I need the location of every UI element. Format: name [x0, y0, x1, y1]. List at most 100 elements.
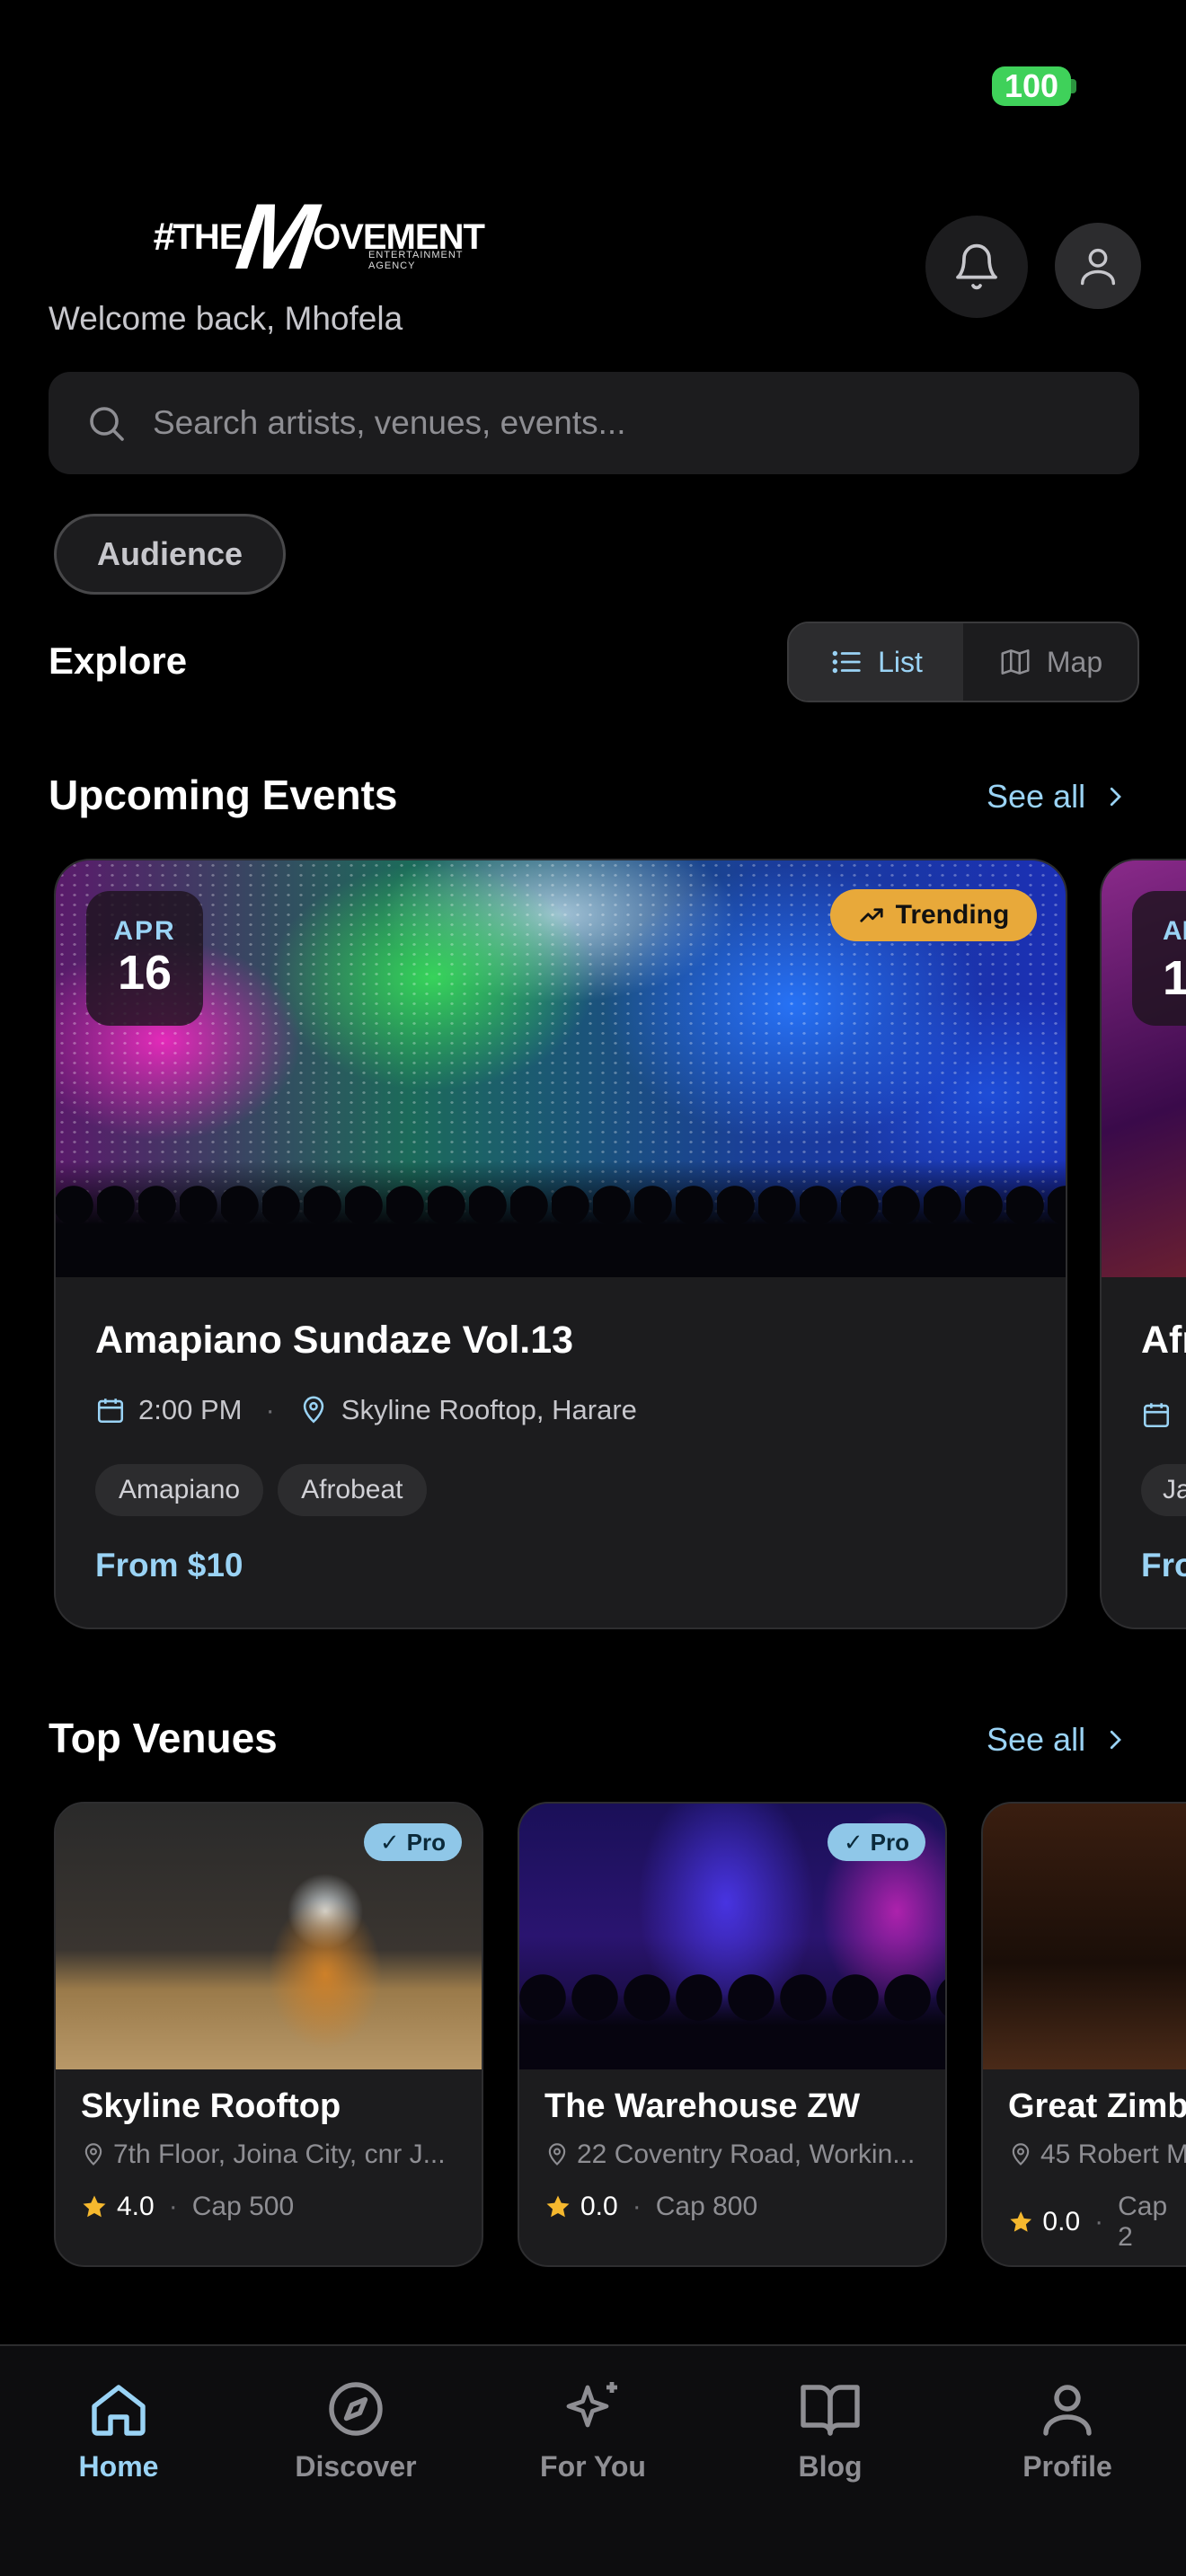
venue-address: 22 Coventry Road, Workin... [544, 2139, 940, 2170]
tab-blog[interactable]: Blog [731, 2377, 929, 2483]
book-icon [801, 2385, 860, 2436]
venue-stats: 4.0 · Cap 500 [81, 2192, 294, 2222]
event-meta: 2:00 PM · Skyline Rooftop, Harare [95, 1394, 637, 1426]
bell-icon [956, 243, 997, 290]
check-icon: ✓ [843, 1828, 863, 1856]
welcome-text: Welcome back, Mhofela [49, 300, 403, 337]
event-time: 2:00 PM [138, 1394, 243, 1425]
map-view-button[interactable]: Map [963, 623, 1137, 701]
view-toggle: List Map [787, 622, 1139, 702]
stats-separator: · [1094, 2207, 1104, 2236]
map-icon [1001, 649, 1030, 675]
chevron-right-icon [1110, 787, 1122, 807]
trending-badge: Trending [830, 889, 1037, 941]
event-title: Afr [1141, 1319, 1186, 1362]
logo-subtitle: ENTERTAINMENT AGENCY [368, 250, 464, 271]
event-venue: Skyline Rooftop, Harare [341, 1394, 637, 1425]
venue-name: The Warehouse ZW [544, 2087, 861, 2125]
event-month: APR [113, 916, 176, 947]
user-icon [1080, 248, 1116, 286]
venue-name: Great Zimb [1008, 2087, 1186, 2125]
location-pin-icon [548, 2143, 566, 2166]
event-tag: Afrobeat [278, 1464, 427, 1516]
star-icon [1010, 2211, 1032, 2232]
tab-bar: Home Discover For You Blog Profile [0, 2344, 1186, 2576]
pro-label: Pro [870, 1828, 909, 1856]
avatar-button[interactable] [1055, 223, 1141, 309]
brand-logo: # THE M OVEMENT ENTERTAINMENT AGENCY [153, 185, 485, 289]
list-icon [832, 650, 861, 674]
venue-image [983, 1804, 1186, 2069]
compass-icon [329, 2382, 383, 2436]
logo-hash: # [153, 215, 175, 259]
map-label: Map [1046, 645, 1103, 678]
search-icon [90, 407, 124, 441]
calendar-icon [97, 1398, 124, 1424]
tab-label: For You [540, 2450, 646, 2483]
event-tag: Amapiano [95, 1464, 264, 1516]
event-card-next[interactable]: AP 1 Afr Ja Fro [1100, 859, 1186, 1629]
tab-label: Home [78, 2450, 159, 2483]
person-icon [1043, 2385, 1092, 2436]
sparkles-icon [566, 2382, 617, 2428]
tab-label: Blog [798, 2450, 863, 2483]
venue-card[interactable]: Great Zimb 45 Robert M 0.0 · Cap 2 [981, 1802, 1186, 2267]
audience-chip[interactable]: Audience [54, 514, 286, 595]
pro-badge: ✓ Pro [363, 1823, 462, 1861]
see-all-label: See all [987, 778, 1086, 815]
see-all-label: See all [987, 1721, 1086, 1758]
tab-for-you[interactable]: For You [494, 2377, 692, 2483]
venue-rating: 0.0 [1042, 2207, 1081, 2236]
event-tag: Ja [1141, 1464, 1186, 1516]
check-icon: ✓ [379, 1828, 400, 1856]
calendar-icon [1143, 1403, 1170, 1428]
upcoming-events-title: Upcoming Events [49, 772, 398, 818]
stats-separator: · [168, 2192, 178, 2221]
search-bar[interactable] [49, 372, 1139, 474]
venue-stats: 0.0 · Cap 2 [1008, 2192, 1186, 2253]
battery-cap [1071, 79, 1076, 93]
star-icon [83, 2195, 106, 2218]
event-title: Amapiano Sundaze Vol.13 [95, 1319, 574, 1362]
battery-indicator: 100 [992, 66, 1071, 106]
venue-capacity: Cap 500 [191, 2192, 295, 2221]
tab-home[interactable]: Home [20, 2377, 217, 2483]
venue-rating: 4.0 [117, 2192, 155, 2221]
logo-m: M [231, 185, 324, 289]
location-pin-icon [1012, 2143, 1030, 2166]
stats-separator: · [632, 2192, 642, 2221]
venue-stats: 0.0 · Cap 800 [544, 2192, 757, 2222]
event-date-badge: AP 1 [1132, 891, 1186, 1026]
trending-label: Trending [895, 900, 1010, 930]
list-label: List [878, 645, 923, 678]
tab-discover[interactable]: Discover [257, 2377, 455, 2483]
venue-address-text: 7th Floor, Joina City, cnr J... [113, 2139, 446, 2169]
venue-address-text: 22 Coventry Road, Workin... [577, 2139, 916, 2169]
notifications-button[interactable] [925, 216, 1028, 318]
upcoming-see-all-link[interactable]: See all [987, 778, 1128, 816]
venues-see-all-link[interactable]: See all [987, 1721, 1128, 1759]
venue-capacity: Cap 2 [1118, 2192, 1168, 2252]
venue-card[interactable]: ✓ Pro Skyline Rooftop 7th Floor, Joina Ci… [54, 1802, 483, 2267]
event-price: Fro [1141, 1547, 1186, 1584]
logo-the: THE [173, 216, 243, 257]
meta-separator: · [265, 1394, 275, 1425]
event-card[interactable]: APR 16 Trending Amapiano Sundaze Vol.13 … [54, 859, 1067, 1629]
search-input[interactable] [153, 404, 1051, 442]
venue-address-text: 45 Robert M [1040, 2139, 1186, 2169]
home-icon [92, 2385, 146, 2436]
event-tags: Amapiano Afrobeat [95, 1464, 427, 1516]
pro-badge: ✓ Pro [827, 1823, 925, 1861]
venue-card[interactable]: ✓ Pro The Warehouse ZW 22 Coventry Road, … [518, 1802, 947, 2267]
tab-label: Discover [295, 2450, 417, 2483]
chevron-right-icon [1110, 1730, 1122, 1750]
location-pin-icon [84, 2143, 102, 2166]
tab-profile[interactable]: Profile [969, 2377, 1166, 2483]
trending-up-icon [860, 908, 883, 922]
event-price: From $10 [95, 1547, 243, 1584]
location-pin-icon [303, 1396, 323, 1424]
venue-address: 45 Robert M [1008, 2139, 1186, 2170]
tab-label: Profile [1022, 2450, 1112, 2483]
event-month: AP [1163, 916, 1186, 946]
list-view-button[interactable]: List [789, 623, 963, 701]
